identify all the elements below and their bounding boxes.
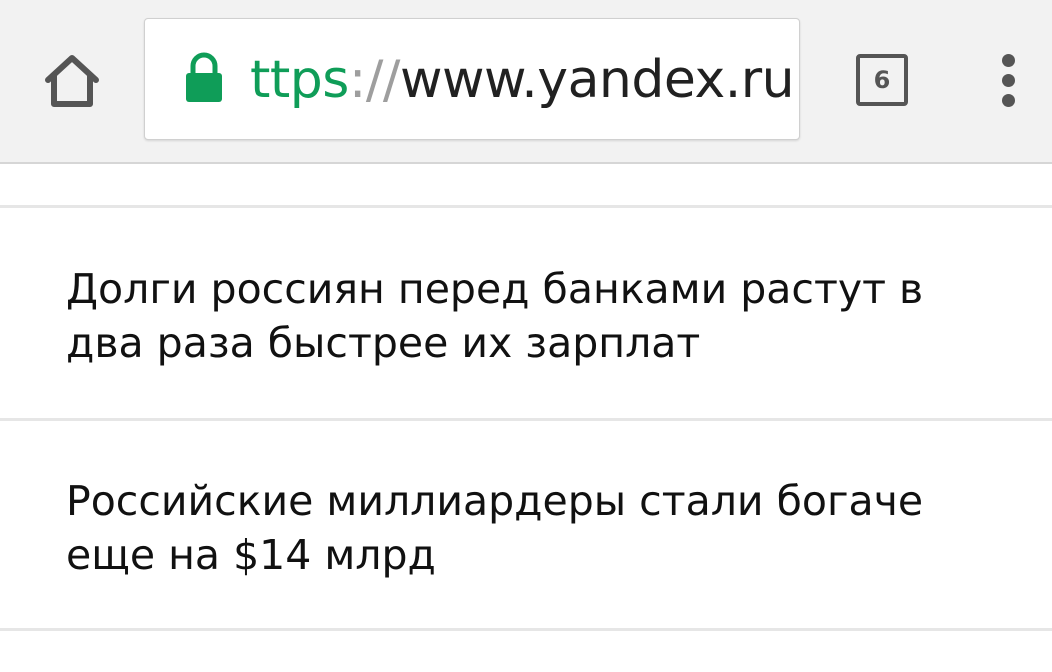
url-scheme: ttps bbox=[250, 50, 349, 110]
news-item[interactable]: Долги россиян перед банками растут в два… bbox=[66, 262, 1006, 370]
overflow-menu-button[interactable] bbox=[990, 48, 1030, 112]
menu-dot bbox=[1002, 54, 1015, 67]
news-headline-line: Российские миллиардеры стали богаче bbox=[66, 477, 924, 525]
news-item[interactable]: Российские миллиардеры стали богаче еще … bbox=[66, 474, 1006, 582]
divider bbox=[0, 205, 1052, 208]
divider bbox=[0, 418, 1052, 421]
url-host: www.yandex.ru bbox=[399, 50, 795, 110]
url-separator: :// bbox=[348, 50, 401, 110]
lock-icon bbox=[186, 52, 222, 102]
home-icon bbox=[45, 55, 99, 107]
menu-dot bbox=[1002, 74, 1015, 87]
tabs-icon: 6 bbox=[856, 54, 908, 106]
browser-toolbar: ttps://www.yandex.ru 6 bbox=[0, 0, 1052, 164]
tab-count: 6 bbox=[873, 66, 891, 94]
news-headline-line: два раза быстрее их зарплат bbox=[66, 319, 701, 367]
news-headline-line: Долги россиян перед банками растут в bbox=[66, 265, 924, 313]
news-headline-line: еще на $14 млрд bbox=[66, 531, 436, 579]
home-button[interactable] bbox=[38, 46, 106, 114]
menu-dot bbox=[1002, 94, 1015, 107]
url-text[interactable]: ttps://www.yandex.ru bbox=[250, 46, 795, 114]
divider bbox=[0, 628, 1052, 631]
